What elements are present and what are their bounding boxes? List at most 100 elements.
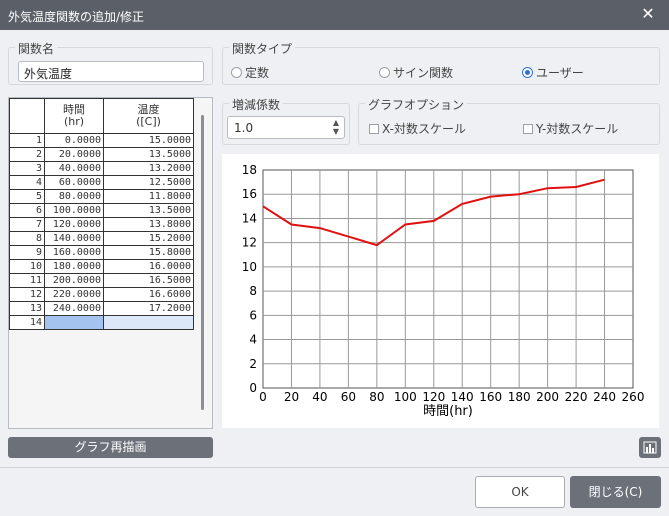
header-temp: 温度 ([C]) bbox=[103, 98, 194, 134]
table-row[interactable]: 6 100.0000 13.5000 bbox=[9, 203, 194, 218]
time-cell[interactable]: 180.0000 bbox=[44, 259, 104, 274]
row-number-cell: 4 bbox=[9, 175, 45, 190]
y-log-checkbox[interactable]: Y-対数スケール bbox=[523, 120, 618, 137]
func-name-legend: 関数名 bbox=[15, 40, 58, 57]
radio-user-circle bbox=[522, 67, 533, 78]
temp-cell[interactable]: 13.5000 bbox=[103, 147, 194, 162]
redraw-graph-button[interactable]: グラフ再描画 bbox=[8, 437, 213, 458]
time-cell[interactable]: 220.0000 bbox=[44, 287, 104, 302]
header-time-unit: (hr) bbox=[63, 115, 85, 128]
temp-cell[interactable]: 13.5000 bbox=[103, 203, 194, 218]
temp-cell[interactable]: 13.2000 bbox=[103, 161, 194, 176]
row-number-cell: 6 bbox=[9, 203, 45, 218]
table-row[interactable]: 13 240.0000 17.2000 bbox=[9, 301, 194, 316]
time-cell[interactable]: 100.0000 bbox=[44, 203, 104, 218]
temp-cell[interactable]: 15.8000 bbox=[103, 245, 194, 260]
y-tick-label: 16 bbox=[242, 187, 257, 201]
x-tick-label: 40 bbox=[312, 390, 327, 404]
close-icon[interactable]: ✕ bbox=[639, 5, 657, 23]
y-tick-label: 14 bbox=[242, 211, 257, 225]
x-tick-label: 260 bbox=[622, 390, 645, 404]
row-number-cell: 13 bbox=[9, 301, 45, 316]
table-row[interactable]: 9 160.0000 15.8000 bbox=[9, 245, 194, 260]
factor-spinbox[interactable]: 1.0 ▲ ▼ bbox=[227, 116, 345, 139]
graph-options-legend: グラフオプション bbox=[365, 96, 468, 113]
header-time: 時間 (hr) bbox=[44, 98, 104, 134]
radio-constant-circle bbox=[231, 67, 242, 78]
row-number-cell: 8 bbox=[9, 231, 45, 246]
temp-cell[interactable]: 17.2000 bbox=[103, 301, 194, 316]
row-number-cell: 9 bbox=[9, 245, 45, 260]
time-cell[interactable]: 140.0000 bbox=[44, 231, 104, 246]
row-number-cell: 3 bbox=[9, 161, 45, 176]
time-cell[interactable] bbox=[44, 315, 104, 330]
x-tick-label: 60 bbox=[341, 390, 356, 404]
factor-legend: 増減係数 bbox=[229, 96, 284, 113]
temp-cell[interactable]: 16.5000 bbox=[103, 273, 194, 288]
x-tick-label: 240 bbox=[593, 390, 616, 404]
temperature-chart: 0 20 40 60 80 100 120 140 160 180 200 220 240 260 0 2 4 6… bbox=[242, 163, 645, 419]
table-scrollbar[interactable] bbox=[201, 115, 204, 410]
table-row[interactable]: 7 120.0000 13.8000 bbox=[9, 217, 194, 232]
bar-chart-icon bbox=[643, 441, 657, 454]
table-row[interactable]: 10 180.0000 16.0000 bbox=[9, 259, 194, 274]
table-row[interactable]: 5 80.0000 11.8000 bbox=[9, 189, 194, 204]
table-row[interactable]: 8 140.0000 15.2000 bbox=[9, 231, 194, 246]
func-name-input[interactable]: 外気温度 bbox=[18, 61, 204, 82]
x-log-checkbox[interactable]: X-対数スケール bbox=[369, 120, 466, 137]
radio-sine[interactable]: サイン関数 bbox=[379, 64, 453, 81]
temp-cell[interactable]: 16.0000 bbox=[103, 259, 194, 274]
time-cell[interactable]: 240.0000 bbox=[44, 301, 104, 316]
x-tick-label: 0 bbox=[259, 390, 267, 404]
radio-constant[interactable]: 定数 bbox=[231, 64, 269, 81]
temp-cell[interactable]: 13.8000 bbox=[103, 217, 194, 232]
temp-cell[interactable]: 15.0000 bbox=[103, 133, 194, 148]
data-table-panel: 時間 (hr) 温度 ([C]) 1 0.0000 15.0000 2 20.0000 1… bbox=[8, 97, 213, 429]
title-bar: 外気温度関数の追加/修正 ✕ bbox=[0, 0, 669, 30]
table-row[interactable]: 11 200.0000 16.5000 bbox=[9, 273, 194, 288]
y-tick-label: 12 bbox=[242, 236, 257, 250]
time-cell[interactable]: 80.0000 bbox=[44, 189, 104, 204]
radio-user[interactable]: ユーザー bbox=[522, 64, 584, 81]
table-row[interactable]: 4 60.0000 12.5000 bbox=[9, 175, 194, 190]
temp-cell[interactable]: 11.8000 bbox=[103, 189, 194, 204]
temp-cell[interactable] bbox=[103, 315, 194, 330]
y-log-label: Y-対数スケール bbox=[536, 122, 619, 136]
time-cell[interactable]: 40.0000 bbox=[44, 161, 104, 176]
temp-cell[interactable]: 15.2000 bbox=[103, 231, 194, 246]
radio-sine-label: サイン関数 bbox=[393, 66, 454, 80]
func-type-legend: 関数タイプ bbox=[229, 40, 296, 57]
ok-button[interactable]: OK bbox=[475, 476, 565, 508]
radio-sine-circle bbox=[379, 67, 390, 78]
header-row-number bbox=[9, 98, 45, 134]
time-cell[interactable]: 0.0000 bbox=[44, 133, 104, 148]
time-cell[interactable]: 120.0000 bbox=[44, 217, 104, 232]
x-tick-label: 180 bbox=[508, 390, 531, 404]
func-name-group: 関数名 外気温度 bbox=[8, 40, 213, 85]
x-tick-label: 200 bbox=[536, 390, 559, 404]
time-cell[interactable]: 200.0000 bbox=[44, 273, 104, 288]
plot-area bbox=[262, 169, 634, 389]
temp-cell[interactable]: 12.5000 bbox=[103, 175, 194, 190]
time-cell[interactable]: 160.0000 bbox=[44, 245, 104, 260]
graph-options-group: グラフオプション X-対数スケール Y-対数スケール bbox=[358, 96, 660, 145]
table-row[interactable]: 14 bbox=[9, 315, 194, 330]
temp-cell[interactable]: 16.6000 bbox=[103, 287, 194, 302]
table-row[interactable]: 1 0.0000 15.0000 bbox=[9, 133, 194, 148]
y-tick-label: 2 bbox=[249, 357, 257, 371]
x-tick-label: 140 bbox=[451, 390, 474, 404]
table-row[interactable]: 2 20.0000 13.5000 bbox=[9, 147, 194, 162]
time-cell[interactable]: 20.0000 bbox=[44, 147, 104, 162]
y-tick-label: 8 bbox=[249, 284, 257, 298]
close-button[interactable]: 閉じる(C) bbox=[570, 476, 661, 508]
table-row[interactable]: 12 220.0000 16.6000 bbox=[9, 287, 194, 302]
data-table: 時間 (hr) 温度 ([C]) 1 0.0000 15.0000 2 20.0000 1… bbox=[9, 98, 194, 330]
radio-constant-label: 定数 bbox=[245, 66, 270, 80]
chart-icon[interactable] bbox=[639, 437, 661, 458]
x-tick-label: 100 bbox=[394, 390, 417, 404]
x-log-box bbox=[369, 123, 379, 134]
spin-arrows-icon[interactable]: ▲ ▼ bbox=[330, 118, 342, 136]
y-tick-label: 4 bbox=[249, 333, 257, 347]
table-row[interactable]: 3 40.0000 13.2000 bbox=[9, 161, 194, 176]
time-cell[interactable]: 60.0000 bbox=[44, 175, 104, 190]
